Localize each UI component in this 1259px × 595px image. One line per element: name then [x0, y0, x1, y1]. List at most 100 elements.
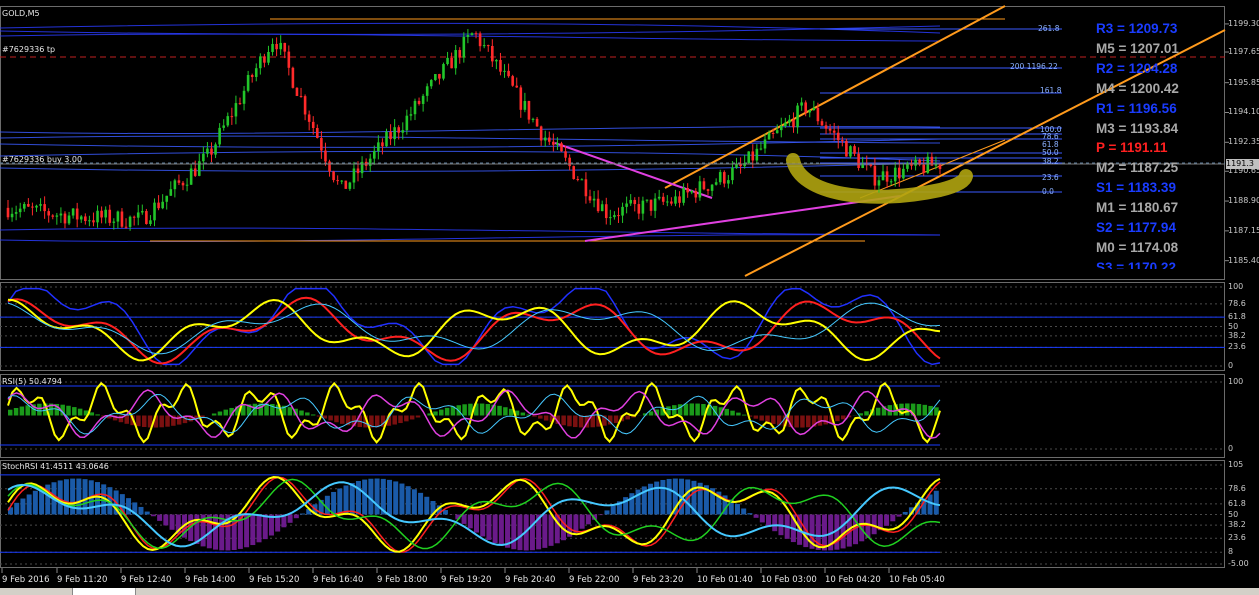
candle-body — [588, 196, 592, 201]
chart-window[interactable]: GOLD,M5 #7629336 tp #7629336 buy 3.00 R3… — [0, 0, 1259, 595]
candle-body — [727, 180, 730, 184]
candle-body — [279, 42, 282, 50]
candle-body — [372, 150, 376, 159]
candle-body — [328, 161, 331, 172]
candle-body — [295, 87, 299, 96]
candle-body — [275, 43, 278, 50]
candle-body — [491, 45, 494, 62]
stochrsi-tick-label: 8 — [1228, 547, 1234, 557]
candle-body — [84, 216, 87, 221]
time-tick-label: 10 Feb 04:20 — [825, 575, 881, 585]
stochrsi-histogram-bar — [349, 482, 355, 515]
rsi-histogram-bar — [730, 410, 735, 416]
candle-body — [657, 196, 661, 199]
candle-body — [381, 142, 384, 147]
price-tick-label: 1197.65 — [1228, 47, 1259, 57]
candle-body — [857, 153, 860, 169]
stochrsi-histogram-bar — [424, 496, 430, 515]
stochrsi-histogram-bar — [411, 489, 417, 515]
candle-body — [698, 181, 702, 198]
stochrsi-histogram-bar — [94, 482, 100, 515]
candle-body — [35, 205, 38, 208]
rsi-histogram-bar — [462, 404, 467, 416]
candle-body — [6, 207, 10, 218]
candle-body — [47, 211, 50, 216]
stochrsi-histogram-bar — [250, 514, 256, 546]
stochrsi-histogram-bar — [163, 514, 169, 526]
candle-body — [136, 212, 140, 218]
candle-body — [706, 189, 710, 191]
candle-body — [686, 188, 689, 193]
pivot-level-label: R3 = 1209.73 — [1096, 21, 1178, 36]
candle-body — [43, 204, 46, 212]
rsi-histogram-bar — [625, 415, 630, 420]
stochrsi-histogram-bar — [256, 514, 262, 543]
candle-body — [230, 116, 234, 118]
candle-body — [511, 76, 514, 86]
rsi-histogram-bar — [141, 415, 147, 428]
candle-body — [165, 195, 169, 202]
tp-order-label: #7629336 tp — [2, 45, 56, 54]
candle-body — [849, 146, 852, 157]
candle-body — [210, 148, 213, 155]
stochrsi-tick-label: 105 — [1228, 460, 1244, 469]
stochrsi-histogram-bar — [753, 514, 759, 518]
stochrsi-histogram-bar — [20, 498, 26, 515]
rsi-histogram-bar — [95, 414, 100, 416]
stochrsi-tick-label: 23.6 — [1228, 533, 1246, 543]
rsi-histogram-bar — [374, 415, 380, 428]
stochrsi-histogram-bar — [70, 478, 76, 515]
candle-body — [881, 171, 885, 181]
candle-body — [637, 204, 641, 214]
rsi-histogram-bar — [136, 415, 141, 427]
candle-body — [189, 168, 193, 185]
rsi-histogram-bar — [398, 415, 403, 424]
rsi-histogram-bar — [19, 406, 25, 416]
candle-body — [661, 196, 665, 202]
candle-body — [336, 180, 339, 182]
candle-body — [486, 45, 490, 47]
stochrsi-histogram-bar — [461, 514, 467, 524]
candle-body — [446, 57, 449, 65]
candle-body — [31, 206, 34, 208]
candle-body — [552, 141, 555, 145]
rsi-histogram-bar — [415, 415, 421, 418]
chart-tab-strip[interactable] — [135, 588, 1259, 595]
candle-body — [348, 182, 352, 189]
candle-body — [417, 100, 421, 104]
candle-body — [755, 148, 759, 161]
candle-body — [674, 196, 677, 204]
candle-body — [845, 141, 848, 157]
stochrsi-histogram-bar — [287, 514, 293, 523]
candle-body — [527, 101, 531, 120]
rsi-tick-label: 0 — [1228, 444, 1234, 453]
rsi-histogram-bar — [532, 415, 537, 417]
rsi-histogram-bar — [165, 415, 170, 427]
candle-body — [649, 199, 653, 211]
stochrsi-title: StochRSI 41.4511 43.0646 — [2, 462, 109, 471]
candle-body — [625, 203, 628, 207]
stochrsi-histogram-bar — [511, 514, 517, 550]
candle-body — [633, 199, 637, 205]
stochrsi-histogram-bar — [293, 514, 299, 519]
chart-tab-active[interactable] — [72, 588, 135, 595]
time-tick-label: 9 Feb 16:40 — [313, 575, 364, 585]
rsi-histogram-bar — [765, 415, 770, 423]
rsi-histogram-bar — [613, 415, 619, 423]
stochrsi-histogram-bar — [517, 514, 523, 551]
candle-body — [507, 70, 510, 77]
candle-body — [523, 101, 527, 110]
candle-body — [767, 133, 771, 140]
candle-body — [893, 167, 897, 182]
rsi-title: RSI(5) 50.4794 — [2, 377, 62, 386]
candle-body — [153, 202, 156, 221]
stochrsi-histogram-bar — [772, 514, 778, 532]
candle-body — [120, 211, 124, 227]
rsi-histogram-bar — [8, 409, 13, 416]
candle-body — [503, 70, 506, 72]
candle-body — [267, 51, 270, 63]
rsi-histogram-bar — [409, 415, 415, 420]
stochrsi-histogram-bar — [486, 514, 492, 540]
stochrsi-histogram-bar — [741, 508, 747, 515]
candle-body — [808, 110, 812, 113]
